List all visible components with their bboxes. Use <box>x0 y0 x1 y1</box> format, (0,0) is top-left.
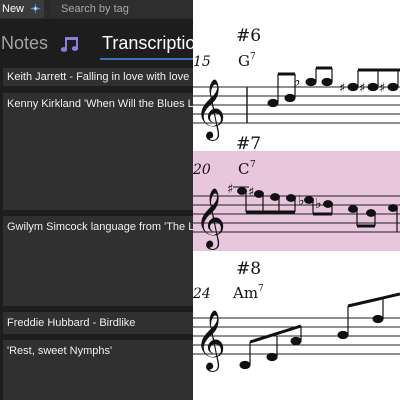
chord-symbol: Am <box>232 284 258 302</box>
search-input[interactable] <box>51 0 193 18</box>
svg-text:♭: ♭ <box>298 193 305 209</box>
tab-bar: Notes Transcriptions <box>0 26 193 60</box>
bar-number: 15 <box>193 54 211 70</box>
note-group <box>239 292 400 370</box>
music-note-icon[interactable] <box>59 35 81 53</box>
section-label: #6 <box>236 26 261 46</box>
tab-notes[interactable]: Notes <box>1 33 48 54</box>
svg-text:♯: ♯ <box>379 81 385 96</box>
top-toolbar: New <box>0 0 193 19</box>
sheet-music-view[interactable]: #6 15 G 7 𝄞 ♭ ♯ ♯ ♯ #7 20 C 7 𝄞 ♯ ♯ ♭ ♭ … <box>193 0 400 400</box>
card-title: Keith Jarrett - Falling in love with lov… <box>7 71 190 83</box>
new-button-label: New <box>2 3 25 15</box>
transcription-card[interactable]: Keith Jarrett - Falling in love with lov… <box>3 68 193 86</box>
chord-extension: 7 <box>250 52 256 62</box>
chord-extension: 7 <box>250 160 256 170</box>
section-label: #8 <box>236 259 261 279</box>
card-title: Gwilym Simcock language from 'The Lake' <box>7 221 193 233</box>
svg-text:♯: ♯ <box>359 81 365 96</box>
svg-text:♯: ♯ <box>339 81 345 96</box>
card-title: Kenny Kirkland 'When Will the Blues Leav… <box>7 98 193 110</box>
bar-number: 20 <box>193 162 211 178</box>
chord-symbol: C <box>238 160 249 178</box>
new-button[interactable]: New <box>0 0 44 18</box>
bar-number: 24 <box>193 286 211 302</box>
tab-transcriptions[interactable]: Transcriptions <box>102 33 193 54</box>
transcription-card[interactable]: 'Rest, sweet Nymphs' <box>3 340 193 400</box>
transcriptions-app-panel: New Notes Transcriptions Keith Jarrett -… <box>0 0 193 400</box>
transcription-card[interactable]: Gwilym Simcock language from 'The Lake' <box>3 216 193 306</box>
treble-clef-icon: 𝄞 <box>195 79 226 141</box>
treble-clef-icon: 𝄞 <box>195 188 226 250</box>
transcription-card[interactable]: Kenny Kirkland 'When Will the Blues Leav… <box>3 93 193 210</box>
svg-text:♭: ♭ <box>315 196 322 212</box>
section-label: #7 <box>236 134 261 154</box>
active-tab-indicator <box>100 58 193 60</box>
card-title: 'Rest, sweet Nymphs' <box>7 345 113 357</box>
svg-text:♯: ♯ <box>227 182 233 197</box>
score-canvas: #6 15 G 7 𝄞 ♭ ♯ ♯ ♯ #7 20 C 7 𝄞 ♯ ♯ ♭ ♭ … <box>193 26 400 372</box>
sparkle-icon <box>30 3 41 14</box>
svg-text:♯: ♯ <box>248 185 254 200</box>
treble-clef-icon: 𝄞 <box>195 310 226 372</box>
svg-text:♭: ♭ <box>293 71 301 90</box>
chord-extension: 7 <box>258 284 264 294</box>
chord-symbol: G <box>238 52 250 70</box>
card-title: Freddie Hubbard - Birdlike <box>7 317 136 329</box>
transcription-card[interactable]: Freddie Hubbard - Birdlike <box>3 312 193 334</box>
